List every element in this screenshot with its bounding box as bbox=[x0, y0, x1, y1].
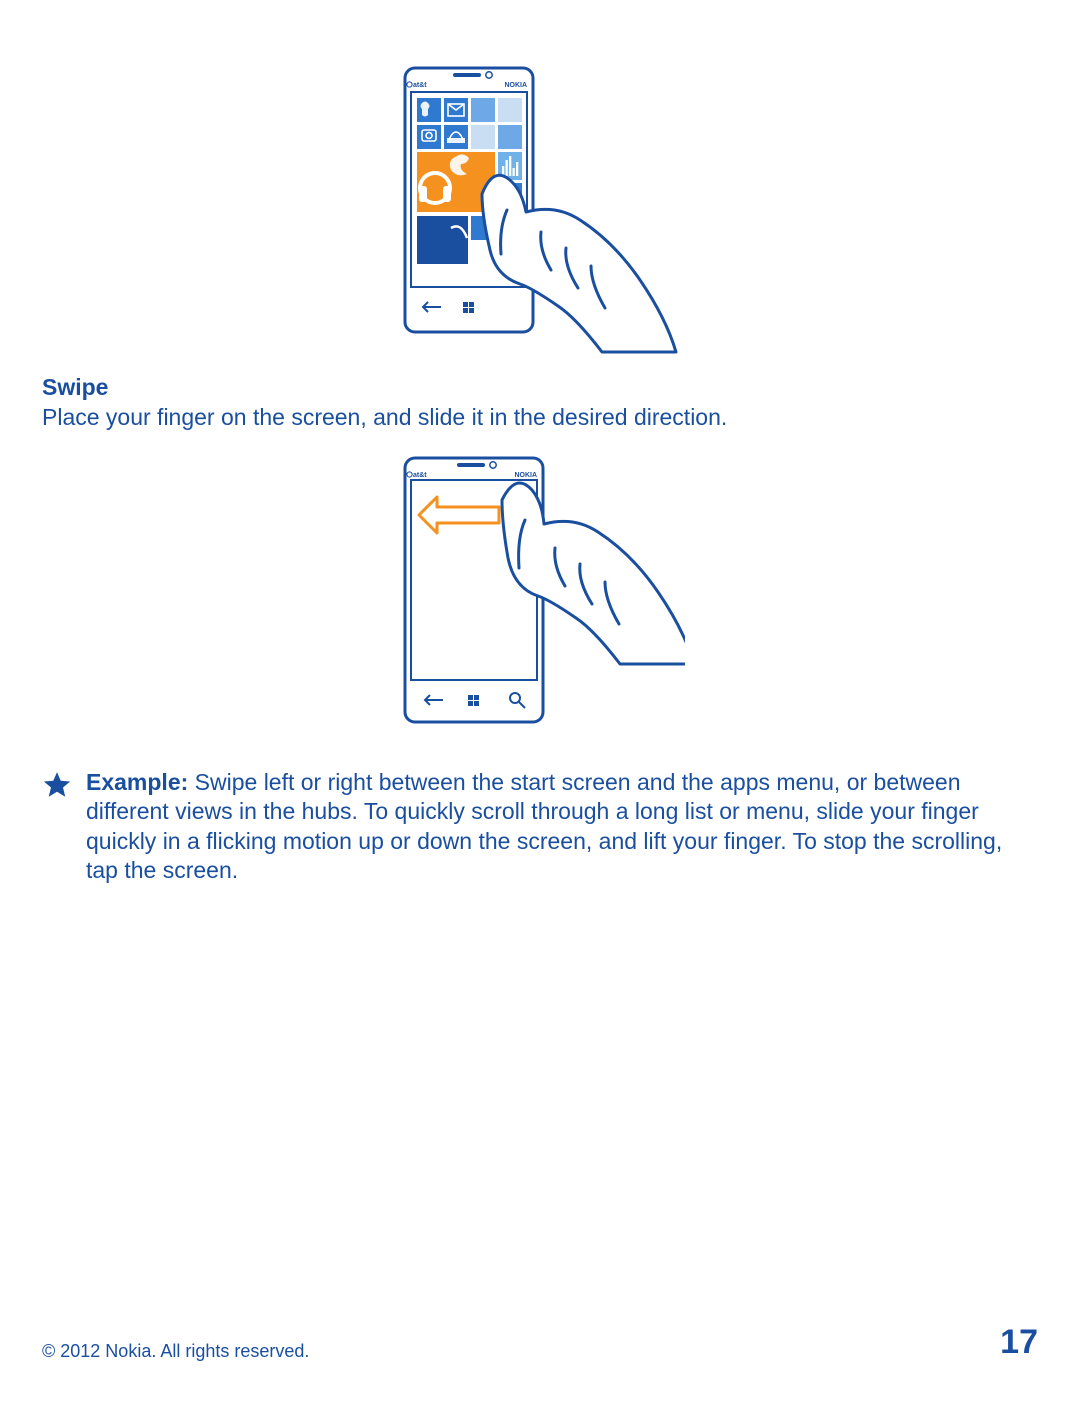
page-number: 17 bbox=[1000, 1323, 1038, 1362]
document-page: at&t NOKIA bbox=[0, 0, 1080, 1422]
copyright-text: © 2012 Nokia. All rights reserved. bbox=[42, 1341, 309, 1362]
example-label: Example: bbox=[86, 769, 188, 795]
page-footer: © 2012 Nokia. All rights reserved. 17 bbox=[42, 1323, 1038, 1362]
section-title-swipe: Swipe bbox=[42, 374, 1038, 401]
carrier-label: at&t bbox=[413, 472, 427, 479]
page-content: at&t NOKIA bbox=[42, 60, 1038, 886]
example-body: Swipe left or right between the start sc… bbox=[86, 769, 1002, 883]
brand-label: NOKIA bbox=[504, 82, 527, 89]
brand-label: NOKIA bbox=[514, 472, 537, 479]
figure-swipe-gesture: at&t NOKIA bbox=[42, 450, 1038, 750]
figure-tap-gesture: at&t NOKIA bbox=[42, 60, 1038, 360]
section-body-swipe: Place your finger on the screen, and sli… bbox=[42, 403, 1038, 432]
example-callout: Example: Swipe left or right between the… bbox=[42, 768, 1038, 886]
example-text: Example: Swipe left or right between the… bbox=[86, 768, 1038, 886]
carrier-label: at&t bbox=[413, 82, 427, 89]
star-icon bbox=[42, 770, 86, 805]
